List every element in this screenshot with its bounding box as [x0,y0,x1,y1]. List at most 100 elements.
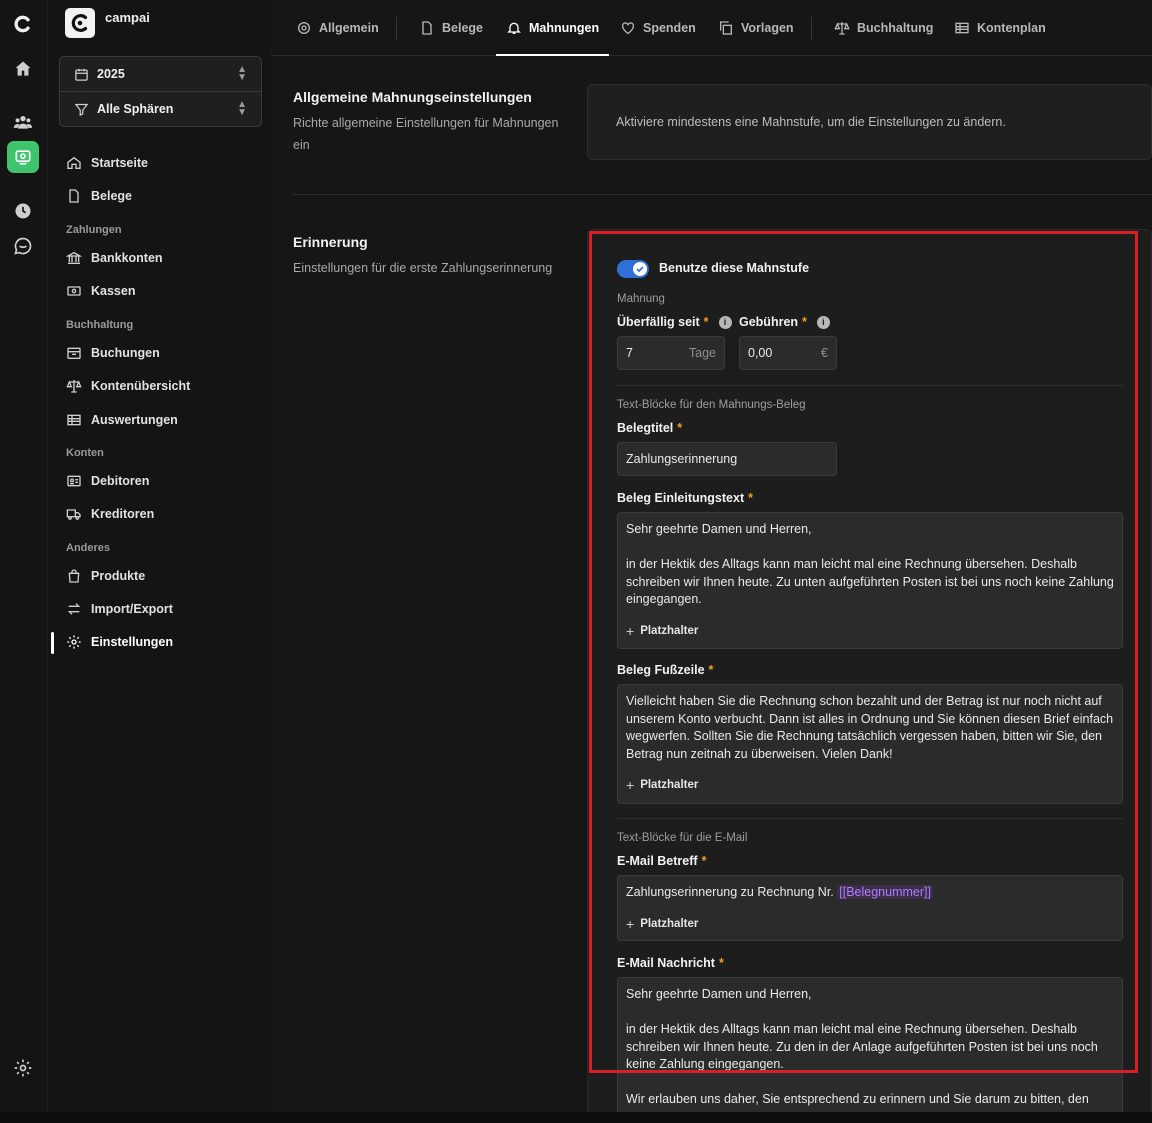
intro-text-editor[interactable]: Sehr geehrte Damen und Herren, in der He… [617,512,1123,649]
general-section-description: Richte allgemeine Einstellungen für Mahn… [293,116,559,152]
tab-kontenplan[interactable]: Kontenplan [954,0,1046,56]
document-icon [69,189,79,203]
id-card-icon [67,475,81,487]
home-icon [67,156,81,169]
fees-label: Gebühren * i [739,315,830,329]
reminder-section-description: Einstellungen für die erste Zahlungserin… [293,261,553,275]
sidebar-item-belege[interactable]: Belege [66,186,132,206]
required-marker: * [718,956,724,970]
tab-buchhaltung[interactable]: Buchhaltung [834,0,933,56]
fees-input[interactable]: 0,00 € [739,336,837,370]
panel-divider [617,818,1123,819]
info-icon[interactable]: i [718,315,732,329]
tab-divider [396,17,397,41]
year-selector[interactable]: 2025 ▲ ▼ [59,56,262,92]
use-stage-toggle[interactable] [617,260,649,278]
sidebar-item-einstellungen[interactable]: Einstellungen [66,632,173,652]
sidebar-item-startseite[interactable]: Startseite [66,153,148,173]
org-logo-icon [65,8,95,38]
tab-allgemein[interactable]: Allgemein [296,0,379,56]
nav-group-anderes: Anderes [66,542,111,554]
tab-mahnungen[interactable]: Mahnungen [495,0,610,56]
required-marker: * [802,315,807,329]
bank-icon [66,251,82,264]
sidebar-item-import-export[interactable]: Import/Export [66,599,173,619]
panel-divider [617,385,1123,386]
sphere-selector[interactable]: Alle Sphären ▲ ▼ [59,91,262,127]
home-icon[interactable] [9,55,37,83]
campai-logo-icon[interactable] [9,10,37,38]
doc-blocks-heading: Text-Blöcke für den Mahnungs-Beleg [617,399,806,411]
email-message-label: E-Mail Nachricht * [617,956,724,970]
sidebar-item-kontenuebersicht[interactable]: Kontenübersicht [66,376,190,396]
doc-title-input[interactable]: Zahlungserinnerung [617,442,837,476]
sidebar-item-kassen[interactable]: Kassen [66,281,135,301]
placeholder-token[interactable]: [[Belegnummer]] [837,885,933,899]
sidebar-item-produkte[interactable]: Produkte [66,566,145,586]
shopping-bag-icon [68,569,80,583]
active-nav-indicator [51,632,54,654]
gear-icon [298,22,310,34]
overdue-days-input[interactable]: 7 Tage [617,336,725,370]
chevron-up-down-icon: ▲ ▼ [237,64,247,83]
members-icon[interactable] [9,108,37,136]
toggle-check-icon [633,262,647,276]
org-brand[interactable]: campai [65,8,150,38]
insert-placeholder-button[interactable]: + Platzhalter [626,623,698,641]
chevron-up-down-icon: ▲ ▼ [237,99,247,118]
swap-arrows-icon [67,603,81,615]
app-rail [0,0,47,1123]
email-subject-editor[interactable]: Zahlungserinnerung zu Rechnung Nr. [[Bel… [617,875,1123,941]
required-marker: * [677,421,683,435]
scale-icon [834,22,850,35]
reminder-section-title: Erinnerung [293,234,368,250]
intro-text-label: Beleg Einleitungstext * [617,491,753,505]
sidebar: campai 2025 ▲ ▼ Alle Sphären ▲ ▼ Startseit… [47,0,271,1123]
footer-text-label: Beleg Fußzeile * [617,663,714,677]
overdue-label: Überfällig seit * i [617,315,732,329]
copy-icon [720,21,732,35]
plus-icon: + [626,777,635,793]
tab-vorlagen[interactable]: Vorlagen [718,0,794,56]
bell-icon [507,22,521,34]
sidebar-item-buchungen[interactable]: Buchungen [66,343,160,363]
truck-icon [66,509,81,520]
insert-placeholder-button[interactable]: + Platzhalter [626,916,698,934]
plus-icon: + [626,916,635,932]
table-icon [955,22,969,34]
main-content: Allgemein Belege Mahnungen Spenden Vorla… [271,0,1152,1112]
sidebar-item-kreditoren[interactable]: Kreditoren [66,504,154,524]
required-marker: * [708,663,714,677]
mahnung-heading: Mahnung [617,293,665,305]
sidebar-item-auswertungen[interactable]: Auswertungen [66,410,178,430]
doc-title-label: Belegtitel * [617,421,683,435]
footer-text-editor[interactable]: Vielleicht haben Sie die Rechnung schon … [617,684,1123,804]
email-blocks-heading: Text-Blöcke für die E-Mail [617,832,748,844]
finance-app-icon[interactable] [7,141,39,173]
scale-icon [66,380,82,393]
reminder-settings-panel: Benutze diese Mahnstufe Mahnung Überfäll… [587,229,1152,1112]
email-message-editor[interactable]: Sehr geehrte Damen und Herren, in der He… [617,977,1123,1112]
document-icon [422,21,432,35]
chat-icon[interactable] [9,232,37,260]
cash-register-icon [67,286,81,296]
history-icon[interactable] [9,197,37,225]
sidebar-item-debitoren[interactable]: Debitoren [66,471,149,491]
gear-icon [67,635,81,649]
info-icon[interactable]: i [816,315,830,329]
table-icon [67,414,81,426]
general-section-title: Allgemeine Mahnungseinstellungen [293,89,532,105]
nav-group-zahlungen: Zahlungen [66,224,122,236]
org-name: campai [105,10,150,25]
insert-placeholder-button[interactable]: + Platzhalter [626,777,698,795]
sidebar-item-bankkonten[interactable]: Bankkonten [66,248,163,268]
settings-gear-icon[interactable] [9,1054,37,1082]
bottom-strip [0,1112,1152,1123]
email-subject-label: E-Mail Betreff * [617,854,707,868]
tab-belege[interactable]: Belege [419,0,483,56]
required-marker: * [703,315,709,329]
tab-spenden[interactable]: Spenden [620,0,696,56]
section-divider [293,194,1152,195]
tab-divider [811,17,812,41]
heart-icon [622,22,634,35]
